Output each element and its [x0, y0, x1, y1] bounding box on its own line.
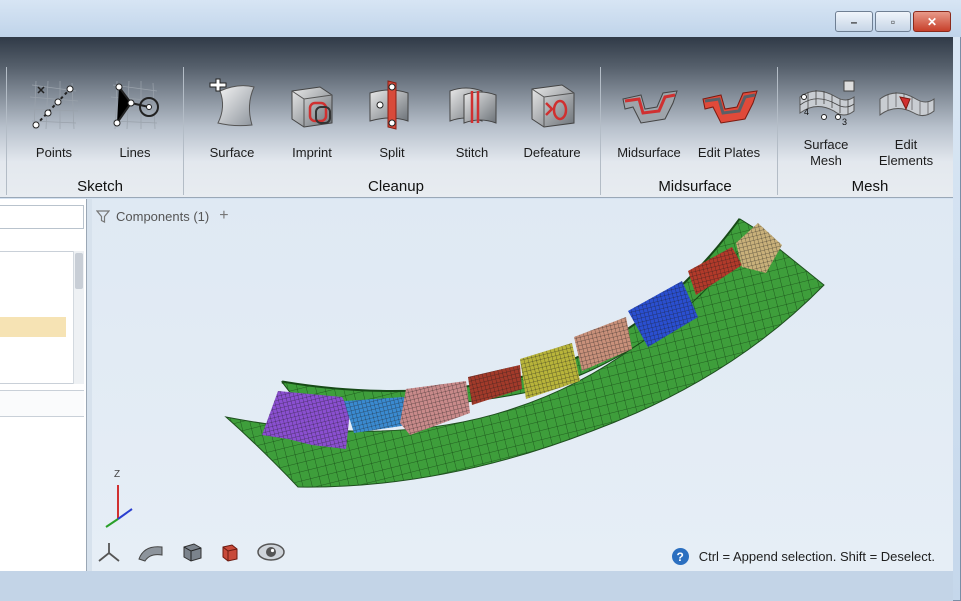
- surface-mesh-icon: 4 3: [799, 80, 855, 127]
- points-tool-button[interactable]: Points: [15, 77, 93, 172]
- stitch-label: Stitch: [455, 145, 489, 160]
- graphics-viewport[interactable]: Components (1) + Z ? Ctrl = Append selec…: [92, 199, 953, 571]
- edit-elements-label: Edit Elements: [861, 137, 951, 169]
- stitch-tool-button[interactable]: Stitch: [433, 77, 511, 172]
- browser-scrollbar[interactable]: [73, 251, 84, 384]
- edit-elements-label-line1: Edit: [894, 137, 918, 152]
- surface-mesh-label-line1: Surface: [803, 137, 849, 152]
- group-label-midsurface: Midsurface: [658, 178, 732, 195]
- points-label: Points: [35, 145, 73, 160]
- group-label-mesh: Mesh: [851, 178, 889, 195]
- status-hint: ? Ctrl = Append selection. Shift = Desel…: [671, 548, 935, 565]
- mesh-number-b: 3: [842, 117, 847, 127]
- edit-elements-icon: [879, 92, 935, 117]
- surface-tool-button[interactable]: Surface: [193, 77, 271, 172]
- window-bottom-border: [0, 571, 953, 601]
- edit-plates-icon: [702, 90, 758, 124]
- surface-icon: [209, 78, 255, 127]
- browser-section-header: [0, 390, 84, 417]
- points-icon: [29, 80, 79, 130]
- surface-mesh-label: Surface Mesh: [781, 137, 871, 169]
- group-label-cleanup: Cleanup: [368, 178, 424, 195]
- imprint-label: Imprint: [292, 145, 332, 160]
- split-icon: [369, 80, 409, 130]
- defeature-tool-button[interactable]: Defeature: [513, 77, 591, 172]
- surface-label: Surface: [209, 145, 255, 160]
- edit-elements-label-line2: Elements: [878, 153, 934, 168]
- group-label-sketch: Sketch: [77, 178, 123, 195]
- minimize-button[interactable]: –: [835, 11, 873, 32]
- mesh-model[interactable]: [92, 199, 953, 571]
- help-icon[interactable]: ?: [671, 548, 689, 565]
- ribbon-separator: [600, 67, 601, 195]
- ribbon-separator: [6, 67, 7, 195]
- model-browser-panel: [0, 199, 87, 571]
- midsurface-tool-button[interactable]: Midsurface: [610, 77, 688, 172]
- close-button[interactable]: ✕: [913, 11, 951, 32]
- browser-scrollbar-thumb[interactable]: [75, 253, 83, 289]
- view-toolbar: [96, 541, 286, 563]
- edit-elements-tool-button[interactable]: Edit Elements: [867, 77, 945, 172]
- edit-plates-tool-button[interactable]: Edit Plates: [690, 77, 768, 172]
- lines-label: Lines: [119, 145, 151, 160]
- edit-plates-label: Edit Plates: [697, 145, 761, 160]
- view-surface-icon[interactable]: [136, 541, 166, 563]
- view-component-icon[interactable]: [218, 541, 242, 563]
- browser-selected-row[interactable]: [0, 317, 66, 337]
- defeature-icon: [531, 84, 575, 128]
- browser-search-input[interactable]: [0, 205, 84, 229]
- split-tool-button[interactable]: Split: [353, 77, 431, 172]
- midsurface-label: Midsurface: [617, 145, 681, 160]
- imprint-icon: [291, 86, 333, 128]
- status-text: Ctrl = Append selection. Shift = Deselec…: [698, 549, 935, 564]
- view-solid-icon[interactable]: [180, 541, 204, 563]
- ribbon-separator: [777, 67, 778, 195]
- title-bar: – ▫ ✕: [0, 0, 961, 37]
- mesh-number-a: 4: [804, 107, 809, 117]
- axis-triad: Z: [105, 469, 133, 528]
- surface-mesh-label-line2: Mesh: [810, 153, 842, 168]
- maximize-button[interactable]: ▫: [875, 11, 911, 32]
- midsurface-icon: [622, 90, 678, 124]
- lines-tool-button[interactable]: Lines: [96, 77, 174, 172]
- split-label: Split: [379, 145, 405, 160]
- ribbon-toolbar: Points Lines Sketch Surface Imprint Spli…: [0, 37, 953, 198]
- imprint-tool-button[interactable]: Imprint: [273, 77, 351, 172]
- stitch-icon: [449, 87, 497, 124]
- surface-mesh-tool-button[interactable]: 4 3 Surface Mesh: [787, 77, 865, 172]
- application-window: – ▫ ✕ Points Lines Sketch Surface Imprin…: [0, 0, 961, 601]
- view-visibility-icon[interactable]: [256, 541, 286, 563]
- window-controls: – ▫ ✕: [835, 11, 951, 32]
- defeature-label: Defeature: [523, 145, 581, 160]
- ribbon-separator: [183, 67, 184, 195]
- lines-icon: [110, 80, 160, 130]
- axis-label-z: Z: [114, 469, 120, 480]
- view-axes-icon[interactable]: [96, 541, 122, 563]
